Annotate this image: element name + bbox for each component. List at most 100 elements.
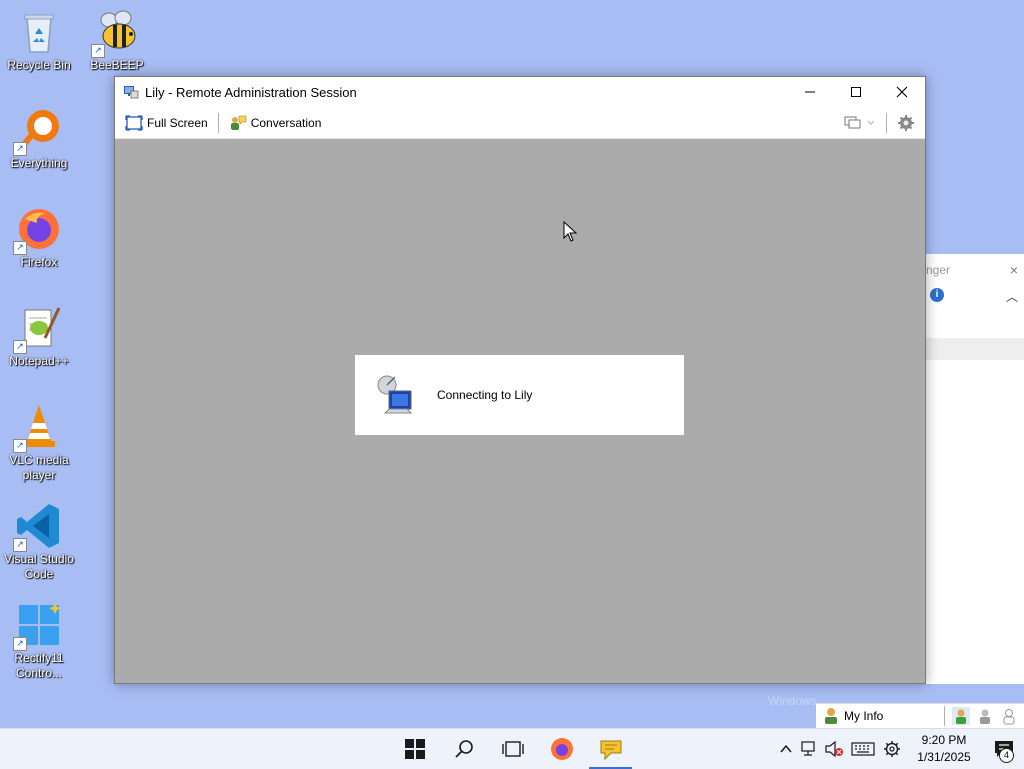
volume-button[interactable] <box>822 729 846 769</box>
volume-muted-icon <box>825 741 843 757</box>
keyboard-button[interactable] <box>846 729 880 769</box>
shortcut-arrow-icon: ↗ <box>13 439 27 453</box>
remote-administration-window[interactable]: Lily - Remote Administration Session Ful… <box>114 76 926 684</box>
desktop-icon-label: Everything <box>10 156 68 170</box>
desktop-icon-label: Visual Studio Code <box>4 552 74 581</box>
desktop-icon-vlc[interactable]: ↗ VLC media player <box>1 403 77 483</box>
close-icon <box>896 86 908 98</box>
toolbar-separator <box>886 112 887 133</box>
windows-watermark: Windows <box>768 694 817 708</box>
my-info-bar[interactable]: My Info <box>816 703 1024 728</box>
my-info-separator <box>944 706 945 726</box>
session-toolbar: Full Screen Conversation <box>115 107 925 139</box>
rectify11-icon: ↗ <box>13 601 63 651</box>
close-button[interactable] <box>879 77 925 107</box>
maximize-icon <box>851 87 861 97</box>
chevron-down-icon <box>867 120 875 125</box>
taskbar-apps <box>390 729 635 769</box>
search-button[interactable] <box>439 729 488 769</box>
taskbar-beebeep[interactable] <box>586 729 635 769</box>
status-online-icon[interactable] <box>952 707 970 725</box>
background-messenger-window[interactable]: nger × i ︿ <box>926 254 1024 684</box>
clock-date: 1/31/2025 <box>917 750 971 764</box>
clock-time: 9:20 PM <box>921 733 967 747</box>
background-window-title-text: nger <box>926 263 951 277</box>
desktop-icon-vscode[interactable]: ↗ Visual Studio Code <box>1 502 77 582</box>
conversation-icon <box>230 115 247 130</box>
status-offline-icon[interactable] <box>1000 707 1018 725</box>
network-icon <box>801 741 815 756</box>
desktop-icon-everything[interactable]: ↗ Everything <box>1 106 77 171</box>
mouse-cursor-icon <box>563 221 578 242</box>
full-screen-label: Full Screen <box>147 115 208 130</box>
start-button[interactable] <box>390 729 439 769</box>
user-icon <box>825 708 837 724</box>
clock[interactable]: 9:20 PM 1/31/2025 <box>904 732 984 766</box>
background-window-row <box>926 338 1024 360</box>
conversation-label: Conversation <box>250 115 322 130</box>
notepadpp-icon: ↗ <box>13 304 63 354</box>
remote-screen-area[interactable]: Connecting to Lily <box>115 139 925 683</box>
monitors-icon <box>844 116 861 128</box>
chat-bubble-icon <box>600 740 621 761</box>
shortcut-arrow-icon: ↗ <box>13 637 27 651</box>
shortcut-arrow-icon: ↗ <box>13 538 27 552</box>
recycle-bin-icon <box>15 8 63 56</box>
task-view-button[interactable] <box>488 729 537 769</box>
toolbar-separator <box>217 112 219 133</box>
keyboard-icon <box>851 742 875 756</box>
monitor-select-dropdown[interactable] <box>838 111 882 135</box>
show-hidden-icons-button[interactable] <box>774 729 798 769</box>
windows-start-icon <box>404 739 425 759</box>
desktop-icon-recycle-bin[interactable]: Recycle Bin <box>1 8 77 73</box>
taskbar: 9:20 PM 1/31/2025 4 <box>0 728 1024 769</box>
window-titlebar[interactable]: Lily - Remote Administration Session <box>115 77 925 107</box>
desktop-icon-label: VLC media player <box>9 453 69 482</box>
vlc-icon: ↗ <box>13 403 63 453</box>
search-icon <box>454 740 473 758</box>
maximize-button[interactable] <box>833 77 879 107</box>
background-window-toolbar: i ︿ <box>926 286 1024 338</box>
full-screen-button[interactable]: Full Screen <box>119 111 214 135</box>
full-screen-icon <box>125 114 143 131</box>
shortcut-arrow-icon: ↗ <box>91 44 105 58</box>
beebeep-icon: ↗ <box>91 8 141 58</box>
shortcut-arrow-icon: ↗ <box>13 241 27 255</box>
chevron-up-icon[interactable]: ︿ <box>1006 288 1018 305</box>
notification-count-badge: 4 <box>999 748 1014 763</box>
background-window-title: nger × <box>926 254 1024 286</box>
info-icon[interactable]: i <box>930 288 944 302</box>
settings-button[interactable] <box>891 111 921 135</box>
taskbar-firefox[interactable] <box>537 729 586 769</box>
network-button[interactable] <box>798 729 822 769</box>
remote-session-icon <box>124 86 139 99</box>
my-info-label: My Info <box>844 709 884 723</box>
everything-icon: ↗ <box>13 106 63 156</box>
desktop-icon-label: BeeBEEP <box>90 58 144 72</box>
desktop-icon-label: Recycle Bin <box>7 58 71 72</box>
shortcut-arrow-icon: ↗ <box>13 142 27 156</box>
gear-icon <box>884 741 900 757</box>
desktop-icon-firefox[interactable]: ↗ Firefox <box>1 205 77 270</box>
desktop-icon-label: Notepad++ <box>9 354 69 368</box>
system-tray: 9:20 PM 1/31/2025 4 <box>774 729 1024 769</box>
desktop-icon-label: Rectify11 Contro... <box>14 651 64 680</box>
window-title: Lily - Remote Administration Session <box>145 84 357 100</box>
minimize-icon <box>805 91 815 93</box>
settings-tray-button[interactable] <box>880 729 904 769</box>
desktop-icon-beebeep[interactable]: ↗ BeeBEEP <box>79 8 155 73</box>
minimize-button[interactable] <box>787 77 833 107</box>
conversation-button[interactable]: Conversation <box>223 111 328 135</box>
shortcut-arrow-icon: ↗ <box>13 340 27 354</box>
firefox-icon: ↗ <box>13 205 63 255</box>
gear-icon <box>898 114 914 131</box>
vscode-icon: ↗ <box>13 502 63 552</box>
notifications-button[interactable]: 4 <box>984 729 1024 769</box>
status-away-icon[interactable] <box>976 707 994 725</box>
desktop-icon-notepadpp[interactable]: ↗ Notepad++ <box>1 304 77 369</box>
task-view-icon <box>501 741 524 757</box>
close-icon[interactable]: × <box>1010 254 1018 286</box>
connecting-dialog: Connecting to Lily <box>355 355 684 435</box>
desktop-icon-label: Firefox <box>20 255 58 269</box>
desktop-icon-rectify11[interactable]: ↗ Rectify11 Contro... <box>1 601 77 681</box>
